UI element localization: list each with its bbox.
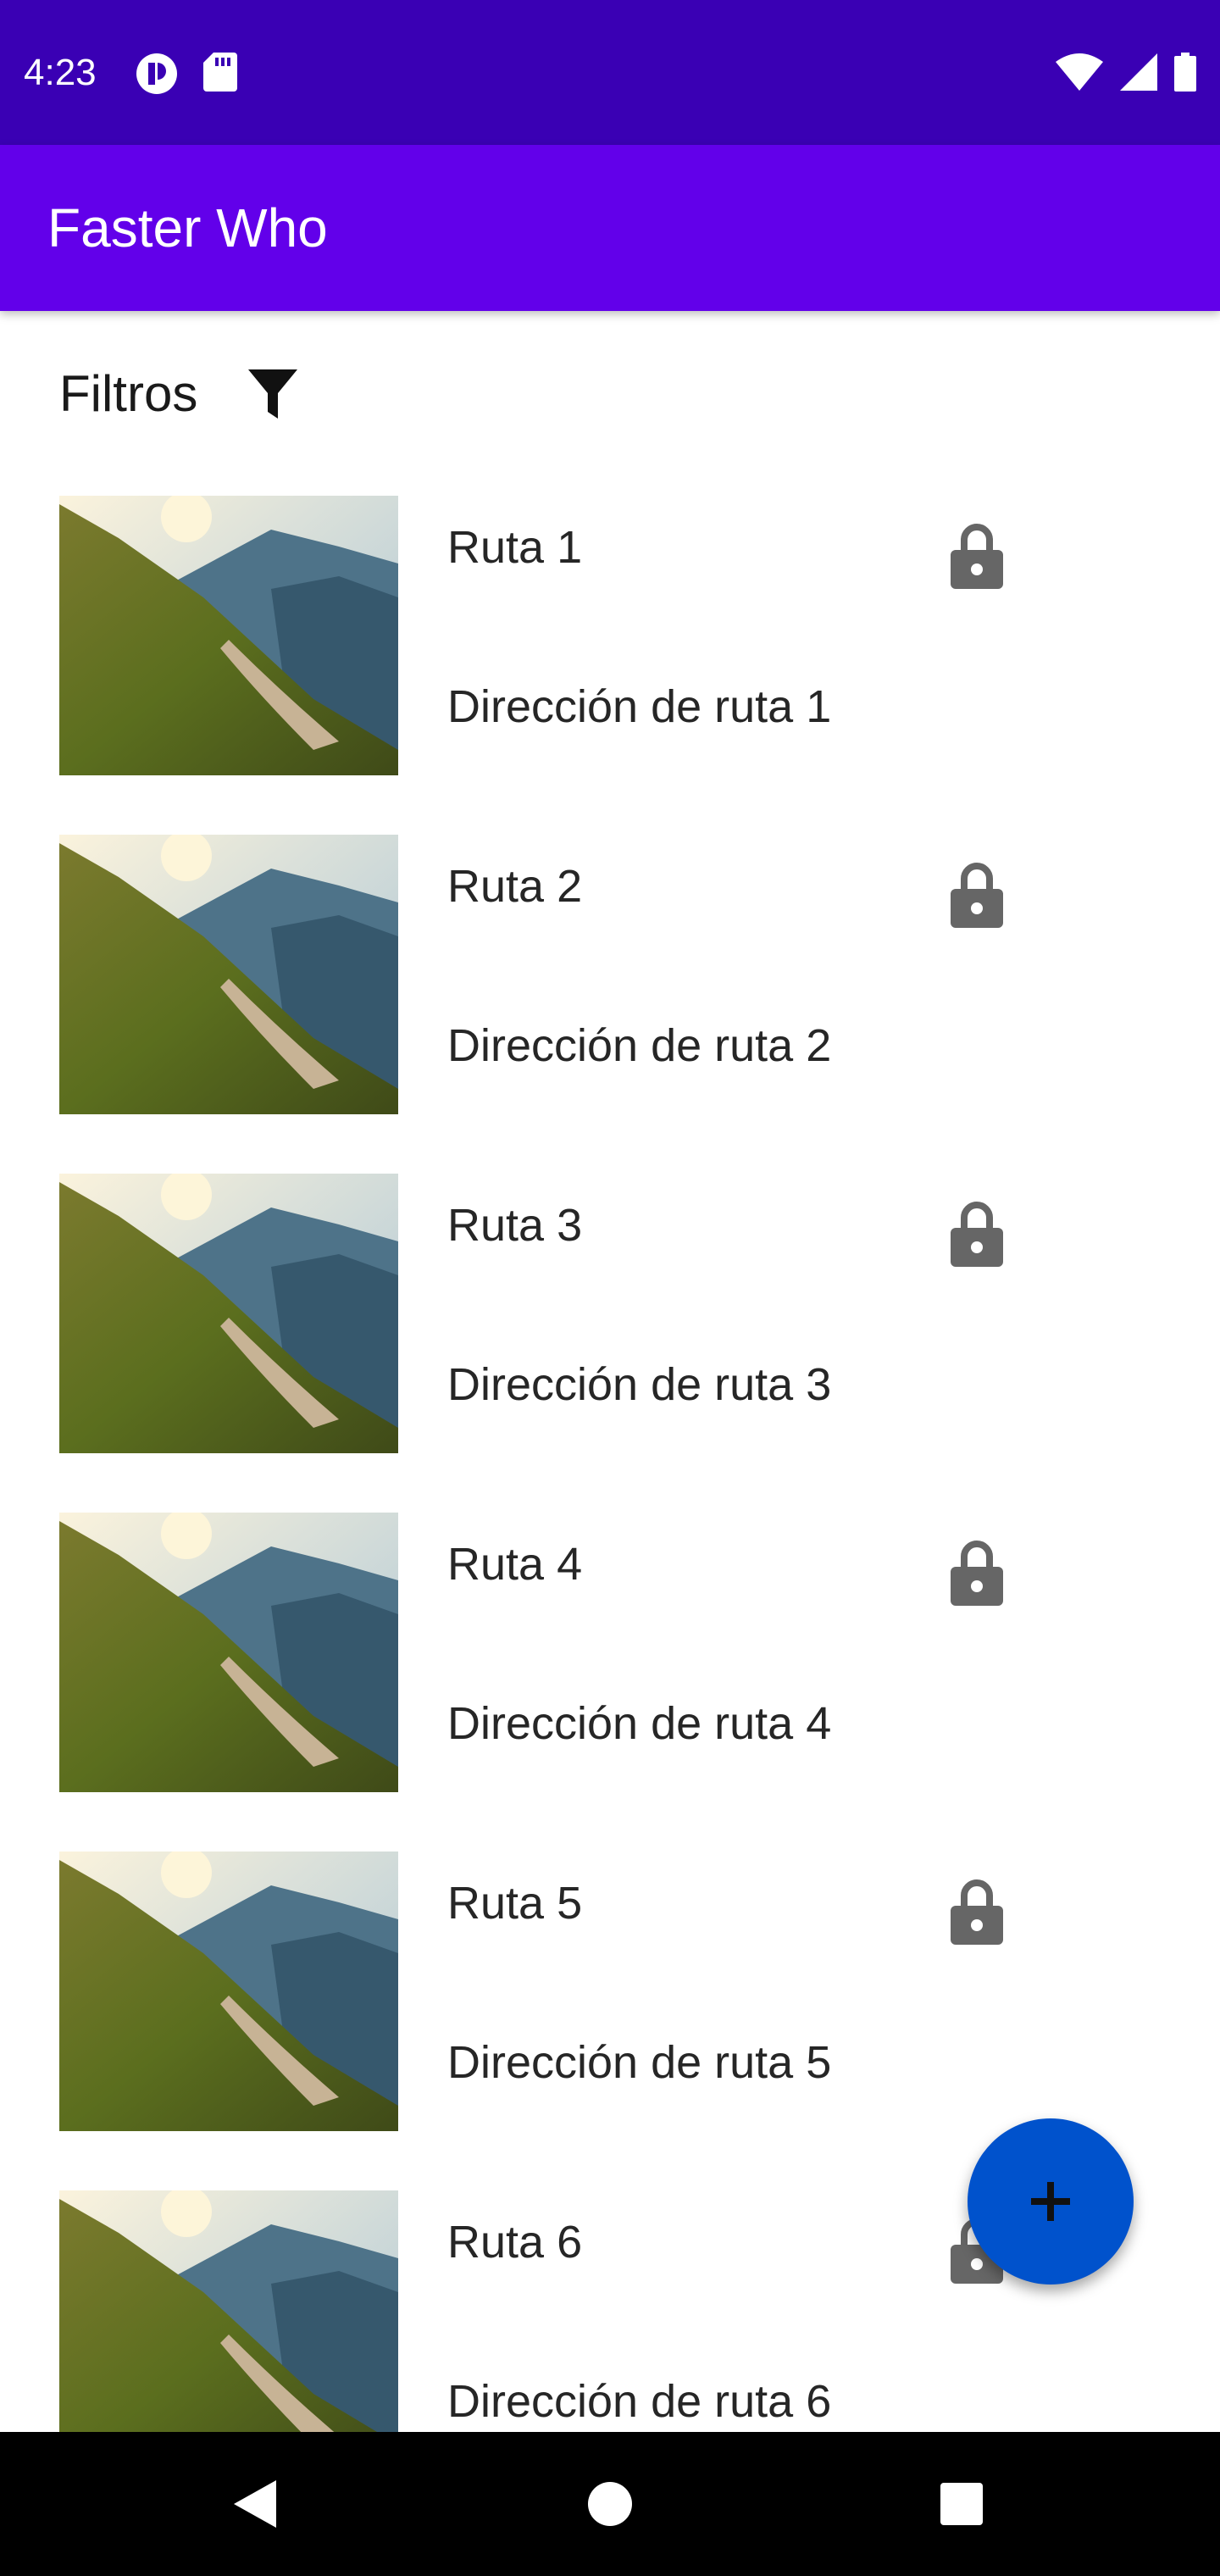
app-title: Faster Who [47,197,328,258]
route-title: Ruta 2 [447,861,583,912]
filter-button[interactable]: Filtros [59,364,298,423]
home-icon [588,2482,632,2526]
app-notification-icon [136,53,177,94]
route-list-item[interactable]: Ruta 5 Dirección de ruta 5 [0,1852,1220,2131]
status-time: 4:23 [24,52,97,93]
route-list-item[interactable]: Ruta 1 Dirección de ruta 1 [0,496,1220,775]
status-bar: 4:23 [0,0,1220,145]
route-address: Dirección de ruta 3 [447,1359,832,1410]
route-thumbnail [59,1852,398,2131]
cell-signal-icon [1120,53,1157,91]
route-address: Dirección de ruta 6 [447,2376,832,2427]
lock-icon [951,1879,1003,1945]
route-address: Dirección de ruta 4 [447,1698,832,1749]
battery-icon [1174,53,1196,92]
sd-card-icon [203,53,237,92]
route-title: Ruta 3 [447,1200,583,1251]
route-title: Ruta 1 [447,522,583,573]
recents-icon [940,2483,983,2525]
route-thumbnail [59,1174,398,1453]
lock-icon [951,863,1003,928]
route-thumbnail [59,2190,398,2432]
route-title: Ruta 4 [447,1539,583,1590]
lock-icon [951,524,1003,589]
navigation-bar [0,2432,1220,2576]
recents-button[interactable] [932,2474,991,2534]
route-address: Dirección de ruta 1 [447,681,832,732]
route-thumbnail [59,835,398,1114]
route-address: Dirección de ruta 5 [447,2037,832,2088]
route-list-item[interactable]: Ruta 4 Dirección de ruta 4 [0,1513,1220,1792]
route-thumbnail [59,1513,398,1792]
route-title: Ruta 5 [447,1878,583,1929]
lock-icon [951,1541,1003,1606]
plus-icon [1031,2182,1070,2221]
route-thumbnail [59,496,398,775]
app-bar: Faster Who [0,145,1220,311]
filter-label: Filtros [59,365,198,422]
route-list-item[interactable]: Ruta 2 Dirección de ruta 2 [0,835,1220,1114]
back-icon [234,2480,276,2528]
route-list-item[interactable]: Ruta 3 Dirección de ruta 3 [0,1174,1220,1453]
lock-icon [951,1202,1003,1267]
add-route-fab[interactable] [968,2118,1134,2285]
route-address: Dirección de ruta 2 [447,1020,832,1071]
filter-icon[interactable] [248,369,298,419]
back-button[interactable] [225,2474,285,2534]
wifi-icon [1056,53,1103,91]
home-button[interactable] [580,2474,640,2534]
route-title: Ruta 6 [447,2217,583,2268]
